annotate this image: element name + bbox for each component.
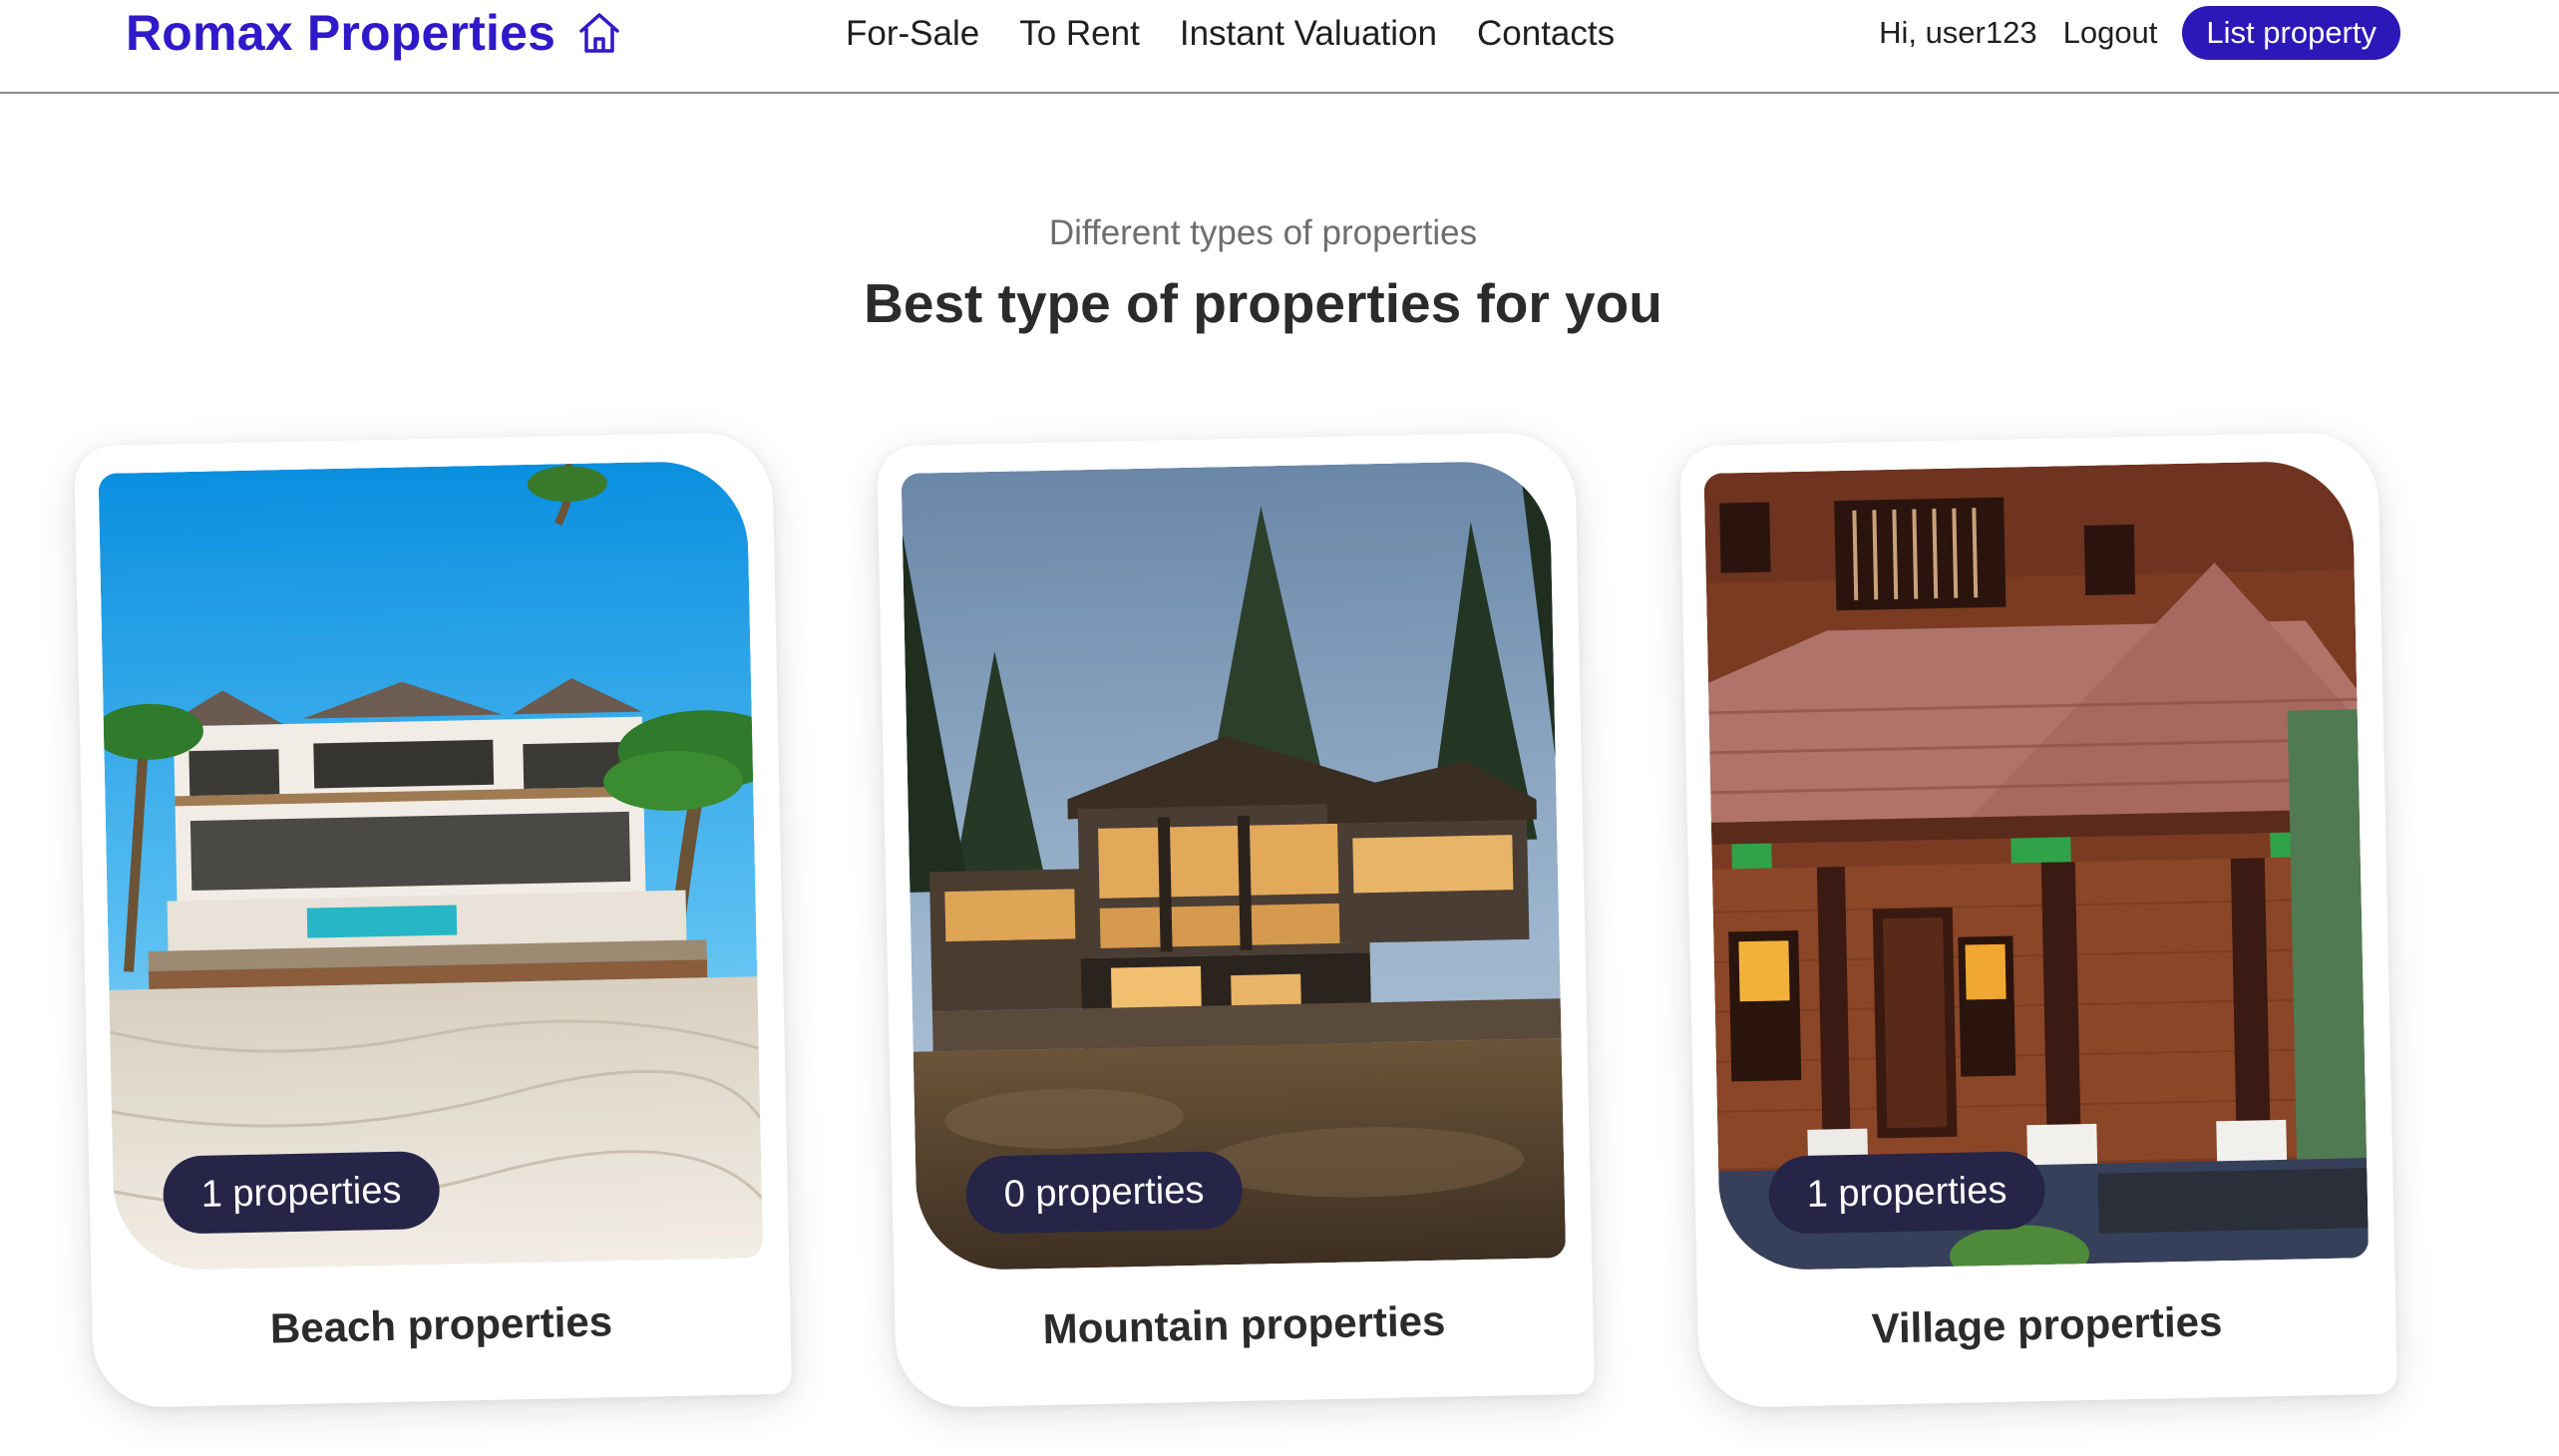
main-nav: For-Sale To Rent Instant Valuation Conta… (846, 14, 1654, 54)
property-count-badge: 0 properties (964, 1150, 1244, 1235)
logout-link[interactable]: Logout (2063, 15, 2158, 51)
home-icon (575, 9, 623, 57)
brand-name: Romax Properties (126, 5, 556, 61)
village-house-image: 1 properties (1703, 460, 2370, 1272)
card-title: Beach properties (269, 1297, 613, 1352)
property-card-mountain[interactable]: 0 properties Mountain properties (876, 431, 1596, 1409)
brand-logo-link[interactable]: Romax Properties (126, 4, 623, 62)
card-title: Mountain properties (1042, 1296, 1446, 1353)
user-greeting: Hi, user123 (1879, 15, 2037, 50)
property-count-badge: 1 properties (162, 1150, 441, 1235)
mountain-house-image: 0 properties (901, 460, 1567, 1272)
property-count-badge: 1 properties (1767, 1150, 2046, 1235)
list-property-button[interactable]: List property (2182, 6, 2400, 60)
section-subtitle: Different types of properties (1048, 213, 1478, 252)
navbar: Romax Properties For-Sale To Rent Instan… (0, 0, 2559, 94)
card-title: Village properties (1871, 1297, 2223, 1352)
nav-link-contacts[interactable]: Contacts (1477, 14, 1615, 54)
section-title: Best type of properties for you (864, 272, 1662, 334)
property-card-beach[interactable]: 1 properties Beach properties (73, 431, 793, 1409)
beach-villa-image: 1 properties (98, 460, 764, 1272)
user-area: Hi, user123 Logout List property (1879, 6, 2400, 60)
nav-link-instant-valuation[interactable]: Instant Valuation (1180, 14, 1437, 54)
property-card-village[interactable]: 1 properties Village properties (1678, 431, 2398, 1409)
nav-link-to-rent[interactable]: To Rent (1019, 14, 1140, 54)
nav-link-for-sale[interactable]: For-Sale (846, 14, 979, 54)
